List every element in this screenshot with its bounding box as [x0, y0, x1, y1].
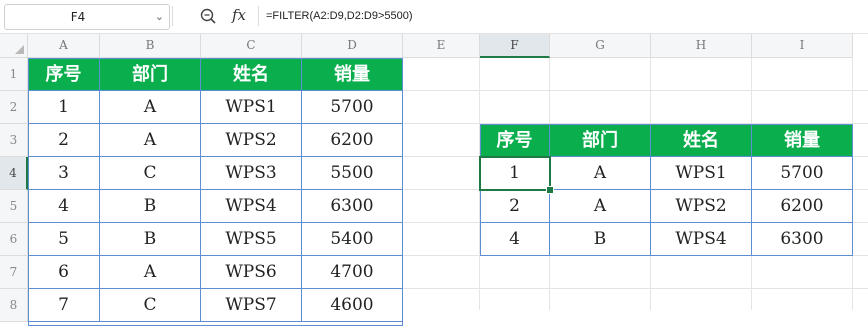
result-table-cell[interactable]: WPS2 — [651, 190, 752, 223]
source-table-cell[interactable]: WPS5 — [201, 223, 302, 256]
formula-input[interactable]: =FILTER(A2:D9,D2:D9>5500) — [266, 6, 413, 26]
row-header-7[interactable]: 7 — [0, 256, 28, 289]
result-table-cell[interactable]: A — [550, 157, 651, 190]
result-table-cell[interactable]: 2 — [480, 190, 550, 223]
source-table-cell[interactable]: 5 — [28, 223, 100, 256]
source-table-cell[interactable]: WPS4 — [201, 190, 302, 223]
function-icon[interactable]: fx — [232, 6, 246, 24]
source-table-cell[interactable]: WPS2 — [201, 124, 302, 157]
source-table-cell[interactable]: C — [100, 289, 201, 322]
source-table-cell[interactable]: 6 — [28, 256, 100, 289]
row-header-1[interactable]: 1 — [0, 58, 28, 91]
row-header-5[interactable]: 5 — [0, 190, 28, 223]
column-header-a[interactable]: A — [28, 34, 100, 58]
fill-handle[interactable] — [546, 186, 554, 194]
source-table-cell[interactable]: WPS1 — [201, 91, 302, 124]
result-table-cell[interactable]: 5700 — [752, 157, 853, 190]
column-header-c[interactable]: C — [201, 34, 302, 58]
source-table-header-cell[interactable]: 部门 — [100, 58, 201, 91]
select-all-icon — [15, 45, 24, 54]
source-table-cell[interactable]: WPS3 — [201, 157, 302, 190]
source-table-cell[interactable]: 7 — [28, 289, 100, 322]
row-header-2[interactable]: 2 — [0, 91, 28, 124]
source-table-cell[interactable]: A — [100, 91, 201, 124]
name-box-value: F4 — [70, 10, 86, 24]
source-table-cell[interactable]: 4 — [28, 190, 100, 223]
zoom-icon[interactable] — [199, 7, 217, 25]
source-table-cell[interactable]: 4700 — [302, 256, 403, 289]
column-header-i[interactable]: I — [752, 34, 853, 58]
result-table-header-cell[interactable]: 姓名 — [651, 124, 752, 157]
result-table-cell[interactable]: WPS4 — [651, 223, 752, 256]
source-table-cell[interactable]: 6300 — [302, 190, 403, 223]
column-header-g[interactable]: G — [550, 34, 651, 58]
source-table-cell[interactable]: 1 — [28, 91, 100, 124]
source-table-cell[interactable]: WPS7 — [201, 289, 302, 322]
source-table-cell[interactable]: 4600 — [302, 289, 403, 322]
result-table-cell[interactable]: 6300 — [752, 223, 853, 256]
result-table-header-cell[interactable]: 序号 — [480, 124, 550, 157]
source-table-cell[interactable]: 6200 — [302, 124, 403, 157]
result-table-cell[interactable]: B — [550, 223, 651, 256]
source-table-cell[interactable]: 3 — [28, 157, 100, 190]
source-table-cell[interactable]: 5700 — [302, 91, 403, 124]
result-table-header-cell[interactable]: 销量 — [752, 124, 853, 157]
result-table-header-cell[interactable]: 部门 — [550, 124, 651, 157]
source-table-cell[interactable]: 5400 — [302, 223, 403, 256]
divider — [258, 6, 259, 26]
divider — [172, 6, 173, 26]
chevron-down-icon[interactable]: ⌄ — [155, 5, 164, 29]
source-table-header-cell[interactable]: 销量 — [302, 58, 403, 91]
result-table-cell[interactable]: A — [550, 190, 651, 223]
column-header-d[interactable]: D — [302, 34, 403, 58]
source-table-cell[interactable]: B — [100, 223, 201, 256]
result-table-cell[interactable]: 6200 — [752, 190, 853, 223]
source-table-cell[interactable]: A — [100, 256, 201, 289]
source-table-cell[interactable]: 5500 — [302, 157, 403, 190]
row-header-4[interactable]: 4 — [0, 157, 28, 190]
select-all-corner[interactable] — [0, 34, 28, 58]
formula-bar: F4 ⌄ fx =FILTER(A2:D9,D2:D9>5500) — [0, 0, 868, 34]
source-table-header-cell[interactable]: 姓名 — [201, 58, 302, 91]
source-table-cell[interactable]: A — [100, 124, 201, 157]
source-table-header-cell[interactable]: 序号 — [28, 58, 100, 91]
result-table-cell[interactable]: 4 — [480, 223, 550, 256]
column-header-b[interactable]: B — [100, 34, 201, 58]
source-table-cell[interactable]: WPS6 — [201, 256, 302, 289]
source-table-cell[interactable]: C — [100, 157, 201, 190]
column-header-f[interactable]: F — [480, 34, 550, 58]
result-table-cell[interactable]: WPS1 — [651, 157, 752, 190]
row-header-8[interactable]: 8 — [0, 289, 28, 322]
row-header-3[interactable]: 3 — [0, 124, 28, 157]
source-table-cell[interactable]: B — [100, 190, 201, 223]
name-box[interactable]: F4 ⌄ — [4, 4, 170, 30]
source-table-cell[interactable]: 2 — [28, 124, 100, 157]
result-table-cell[interactable]: 1 — [480, 157, 550, 190]
column-header-e[interactable]: E — [403, 34, 480, 58]
row-header-6[interactable]: 6 — [0, 223, 28, 256]
column-header-h[interactable]: H — [651, 34, 752, 58]
